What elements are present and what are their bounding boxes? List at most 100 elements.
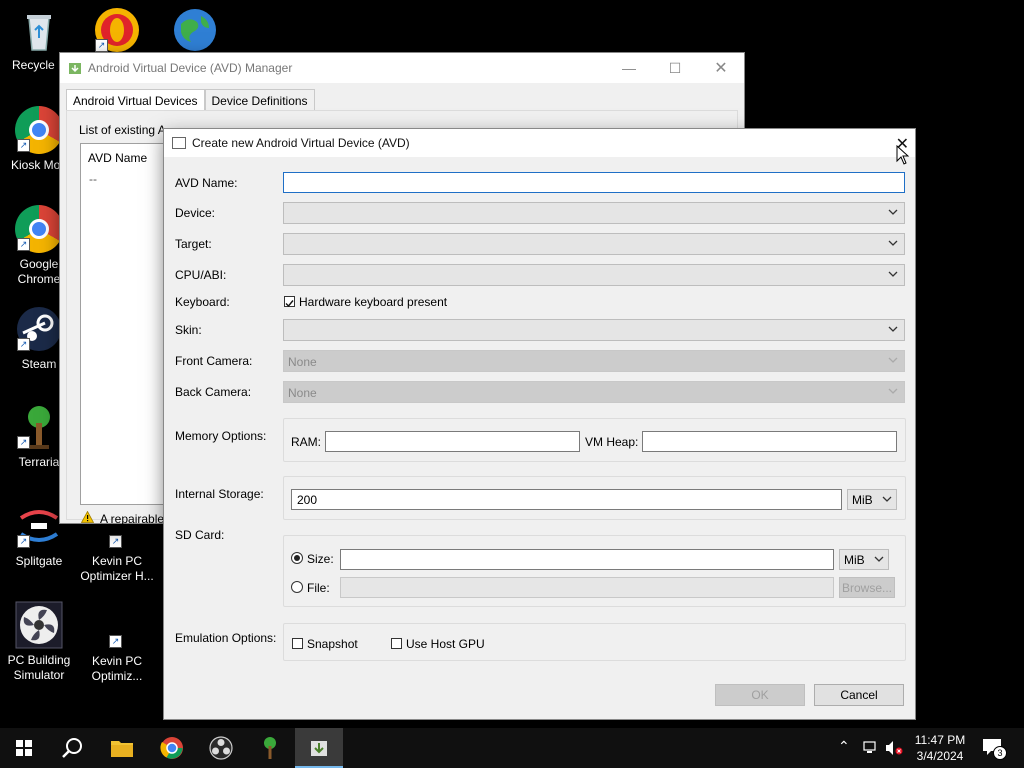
memory-options-label: Memory Options: [175, 429, 267, 443]
maximize-icon[interactable]: ☐ [652, 53, 698, 83]
front-camera-dropdown[interactable]: None [283, 350, 905, 372]
steam-icon: ↗ [15, 305, 63, 353]
device-dropdown[interactable] [283, 202, 905, 224]
shortcut-arrow-icon: ↗ [109, 635, 122, 648]
cpu-abi-dropdown[interactable] [283, 264, 905, 286]
avd-manager-title: Android Virtual Device (AVD) Manager [88, 61, 293, 75]
ram-input[interactable] [325, 431, 580, 452]
shortcut-icon: ↗ [93, 630, 141, 650]
emulation-options-group: Snapshot Use Host GPU [283, 623, 906, 661]
shortcut-arrow-icon: ↗ [17, 338, 30, 351]
folder-icon [111, 741, 133, 757]
memory-options-group: RAM: VM Heap: [283, 418, 906, 462]
android-download-icon [68, 61, 82, 75]
avd-name-label: AVD Name: [175, 176, 238, 190]
recycle-bin-icon [15, 6, 63, 54]
sd-file-radio[interactable] [291, 581, 303, 593]
fan-icon [15, 601, 63, 649]
back-camera-value: None [288, 386, 317, 400]
splitgate-icon: ↗ [15, 502, 63, 550]
clock[interactable]: 11:47 PM 3/4/2024 [912, 732, 968, 764]
chrome-icon: ↗ [15, 205, 63, 253]
sd-card-group: Size: MiB File: Browse... [283, 535, 906, 607]
avd-list-caption: List of existing Android Virtual Devices… [79, 123, 165, 137]
internal-storage-unit-dropdown[interactable]: MiB [847, 489, 897, 510]
taskbar: ⌃ 11:47 PM 3/4/2024 3 [0, 728, 1024, 768]
chevron-down-icon [874, 556, 884, 562]
tray-show-hidden-icon[interactable]: ⌃ [838, 738, 850, 755]
sd-size-radio[interactable] [291, 552, 303, 564]
vm-heap-input[interactable] [642, 431, 897, 452]
sd-file-label: File: [307, 581, 330, 595]
clock-date: 3/4/2024 [916, 749, 964, 763]
chevron-down-icon [888, 326, 898, 332]
sd-file-input[interactable] [340, 577, 834, 598]
avd-list-table[interactable]: AVD Name -- [80, 143, 172, 505]
chevron-down-icon [888, 388, 898, 394]
create-avd-dialog[interactable]: Create new Android Virtual Device (AVD) … [164, 129, 915, 719]
hardware-keyboard-checkbox[interactable] [284, 296, 295, 308]
desktop-icon-kevin-pc-optimizer-h[interactable]: ↗ Kevin PC Optimizer H... [78, 530, 156, 584]
back-camera-dropdown[interactable]: None [283, 381, 905, 403]
cpu-abi-label: CPU/ABI: [175, 268, 227, 282]
internal-storage-group: MiB [283, 476, 906, 520]
start-button[interactable] [0, 728, 48, 768]
desktop-icon-label: Splitgate [15, 554, 63, 568]
taskbar-avd-manager[interactable] [295, 728, 343, 768]
cancel-button[interactable]: Cancel [814, 684, 904, 706]
chevron-down-icon [888, 240, 898, 246]
minimize-icon[interactable]: — [606, 53, 652, 83]
repair-warning: A repairable [80, 510, 164, 526]
create-avd-titlebar[interactable]: Create new Android Virtual Device (AVD) … [164, 129, 915, 157]
search-button[interactable] [48, 728, 96, 768]
snapshot-checkbox[interactable] [292, 638, 303, 649]
sd-size-unit-value: MiB [844, 553, 865, 567]
volume-muted-icon[interactable] [885, 740, 903, 756]
shortcut-arrow-icon: ↗ [17, 535, 30, 548]
taskbar-file-explorer[interactable] [98, 728, 146, 768]
desktop-icon-pc-building-simulator[interactable]: PC Building Simulator [0, 601, 78, 683]
desktop-icon-opera[interactable]: ↗ [78, 6, 156, 58]
shortcut-arrow-icon: ↗ [17, 238, 30, 251]
avd-manager-titlebar[interactable]: Android Virtual Device (AVD) Manager — ☐… [60, 53, 744, 83]
globe-icon [171, 6, 219, 54]
front-camera-value: None [288, 355, 317, 369]
emulation-options-label: Emulation Options: [175, 631, 277, 645]
sd-size-input[interactable] [340, 549, 834, 570]
create-avd-title: Create new Android Virtual Device (AVD) [192, 136, 410, 150]
windows-logo-icon [16, 740, 32, 756]
use-host-gpu-label[interactable]: Use Host GPU [406, 637, 485, 651]
browse-button[interactable]: Browse... [839, 577, 895, 598]
close-icon[interactable]: ✕ [698, 53, 744, 83]
taskbar-obs[interactable] [197, 728, 245, 768]
internal-storage-unit-value: MiB [852, 493, 873, 507]
sd-size-unit-dropdown[interactable]: MiB [839, 549, 889, 570]
target-dropdown[interactable] [283, 233, 905, 255]
chevron-down-icon [888, 209, 898, 215]
network-icon[interactable] [863, 741, 879, 755]
skin-dropdown[interactable] [283, 319, 905, 341]
shortcut-arrow-icon: ↗ [17, 436, 30, 449]
vm-heap-label: VM Heap: [585, 435, 639, 449]
internal-storage-input[interactable] [291, 489, 842, 510]
terraria-tree-icon [264, 737, 276, 759]
hardware-keyboard-label[interactable]: Hardware keyboard present [299, 295, 447, 309]
taskbar-terraria[interactable] [246, 728, 294, 768]
desktop-icon-kevin-pc-optimiz[interactable]: ↗ Kevin PC Optimiz... [78, 630, 156, 684]
snapshot-label[interactable]: Snapshot [307, 637, 358, 651]
avd-name-column-header[interactable]: AVD Name [88, 151, 147, 165]
keyboard-label: Keyboard: [175, 295, 230, 309]
ok-button[interactable]: OK [715, 684, 805, 706]
obs-icon [209, 736, 233, 760]
target-label: Target: [175, 237, 212, 251]
desktop-icon-globe[interactable] [156, 6, 234, 58]
window-app-icon [172, 137, 186, 149]
shortcut-arrow-icon: ↗ [95, 39, 108, 52]
use-host-gpu-checkbox[interactable] [391, 638, 402, 649]
device-label: Device: [175, 206, 216, 220]
avd-name-input[interactable] [283, 172, 905, 193]
clock-time: 11:47 PM [914, 733, 966, 747]
notification-count: 3 [993, 746, 1007, 760]
taskbar-chrome[interactable] [148, 728, 196, 768]
notification-center-button[interactable]: 3 [982, 738, 1007, 760]
